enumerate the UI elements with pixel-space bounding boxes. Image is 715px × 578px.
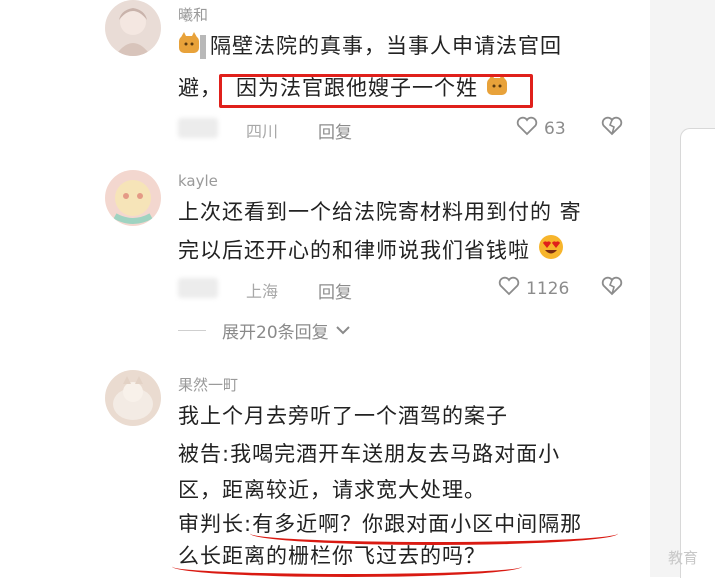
- heart-icon: [498, 276, 520, 301]
- cat-emoji-icon: [178, 31, 200, 63]
- like-count: 1126: [526, 278, 570, 299]
- like-button[interactable]: 1126: [498, 276, 569, 301]
- heart-icon: [516, 116, 538, 141]
- comment-text-line: 完以后还开心的和律师说我们省钱啦: [178, 234, 564, 269]
- comment-text: 审判长:: [178, 512, 253, 536]
- location: 四川: [246, 122, 279, 141]
- comment-feed: 曦和 隔壁法院的真事，当事人申请法官回 避， 因为法官跟他嫂子一个姓 四川 回复 …: [0, 0, 715, 578]
- avatar[interactable]: [105, 370, 161, 426]
- chevron-down-icon: [335, 321, 351, 341]
- comment-text-line: 被告:我喝完酒开车送朋友去马路对面小: [178, 442, 561, 466]
- dislike-button[interactable]: [600, 116, 624, 141]
- username[interactable]: 果然一町: [178, 374, 238, 395]
- location: 上海: [246, 282, 279, 301]
- expand-replies-label: 展开20条回复: [222, 323, 329, 343]
- expand-divider: [178, 330, 206, 331]
- reply-label: 回复: [318, 123, 352, 143]
- comment-text-line: 我上个月去旁听了一个酒驾的案子: [178, 404, 508, 428]
- dislike-heart-icon: [600, 116, 624, 141]
- watermark: 教育: [668, 549, 699, 567]
- reply-button[interactable]: 回复: [318, 118, 352, 143]
- comment-text: 完以后还开心的和律师说我们省钱啦: [178, 238, 530, 263]
- dislike-heart-icon: [600, 276, 624, 301]
- like-count: 63: [544, 118, 566, 139]
- avatar[interactable]: [105, 170, 161, 226]
- expand-replies-button[interactable]: 展开20条回复: [222, 318, 351, 343]
- avatar[interactable]: [105, 0, 161, 56]
- reply-label: 回复: [318, 283, 352, 303]
- reply-button[interactable]: 回复: [318, 278, 352, 303]
- dislike-button[interactable]: [600, 276, 624, 301]
- comment-text: 避，: [178, 76, 222, 100]
- highlight-box: [219, 74, 533, 108]
- username[interactable]: kayle: [178, 172, 218, 190]
- underline-mark: [250, 522, 618, 545]
- comment-text-line: 上次还看到一个给法院寄材料用到付的 寄: [178, 200, 582, 224]
- side-panel-card: [680, 128, 715, 578]
- comment-text-line: 隔壁法院的真事，当事人申请法官回: [178, 30, 562, 63]
- heart-eyes-emoji-icon: [538, 234, 564, 269]
- like-button[interactable]: 63: [516, 116, 566, 141]
- underline-mark: [172, 556, 522, 577]
- blurred-ip: [178, 118, 218, 138]
- username[interactable]: 曦和: [178, 4, 208, 25]
- blurred-ip: [178, 278, 218, 298]
- comment-text: 隔壁法院的真事，当事人申请法官回: [210, 34, 562, 58]
- comment-text-line: 区，距离较近，请求宽大处理。: [178, 478, 486, 502]
